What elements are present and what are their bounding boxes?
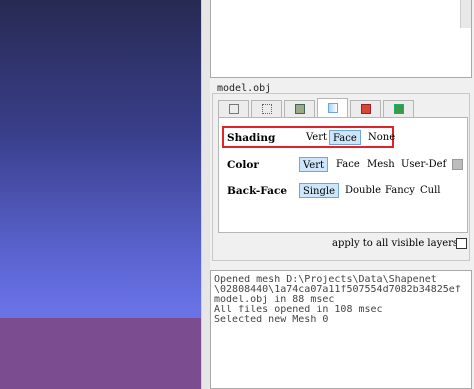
backface-row: Back-Face Single Double Fancy Cull xyxy=(219,182,467,200)
render-tabs xyxy=(218,98,416,118)
color-swatch[interactable] xyxy=(452,159,463,170)
backface-single-button[interactable]: Single xyxy=(299,183,340,198)
backface-fancy-button[interactable]: Fancy xyxy=(382,183,418,198)
apply-all-label: apply to all visible layers xyxy=(332,238,459,249)
scrollbar[interactable] xyxy=(460,0,471,28)
color-icon xyxy=(360,104,371,114)
backface-double-button[interactable]: Double xyxy=(342,183,384,198)
shading-row: Shading Vert Face None xyxy=(219,129,467,147)
color-mesh-button[interactable]: Mesh xyxy=(364,157,398,172)
shading-vert-button[interactable]: Vert xyxy=(303,130,330,145)
tab-texture[interactable] xyxy=(284,100,315,117)
color-label: Color xyxy=(227,159,259,171)
color-vert-button[interactable]: Vert xyxy=(299,157,329,172)
log-line: model.obj in 88 msec xyxy=(214,295,335,305)
viewport-floor xyxy=(0,318,201,389)
color-face-button[interactable]: Face xyxy=(333,157,363,172)
color-row: Color Vert Face Mesh User-Def xyxy=(219,156,467,174)
log-line: Opened mesh D:\Projects\Data\Shapenet xyxy=(214,275,437,285)
box-wireframe-icon xyxy=(228,104,239,114)
backface-cull-button[interactable]: Cull xyxy=(417,183,444,198)
green-settings-icon xyxy=(393,104,404,114)
tab-points[interactable] xyxy=(251,100,282,117)
side-panel: model.obj Shading Vert Face None Color V… xyxy=(210,0,474,389)
apply-all-checkbox[interactable] xyxy=(456,238,467,249)
shading-icon xyxy=(327,103,338,113)
shading-none-button[interactable]: None xyxy=(365,130,398,145)
log-panel: Opened mesh D:\Projects\Data\Shapenet \0… xyxy=(210,270,472,389)
log-line: \02808440\1a74ca07a11f507554d7082b34825e… xyxy=(214,285,461,295)
log-line: Selected new Mesh 0 xyxy=(214,315,329,325)
tab-shading[interactable] xyxy=(317,98,348,117)
layer-list[interactable] xyxy=(210,0,472,78)
tab-extra[interactable] xyxy=(383,100,414,117)
3d-viewport[interactable] xyxy=(0,0,201,389)
color-userdef-button[interactable]: User-Def xyxy=(398,157,449,172)
backface-label: Back-Face xyxy=(227,185,288,197)
shading-label: Shading xyxy=(227,132,276,144)
texture-icon xyxy=(294,104,305,114)
dotted-box-icon xyxy=(261,104,272,114)
tab-wireframe[interactable] xyxy=(218,100,249,117)
tab-color[interactable] xyxy=(350,100,381,117)
shading-face-button[interactable]: Face xyxy=(329,130,361,145)
splitter[interactable] xyxy=(201,0,210,389)
shading-tab-page: Shading Vert Face None Color Vert Face M… xyxy=(218,117,468,233)
log-line: All files opened in 108 msec xyxy=(214,305,383,315)
